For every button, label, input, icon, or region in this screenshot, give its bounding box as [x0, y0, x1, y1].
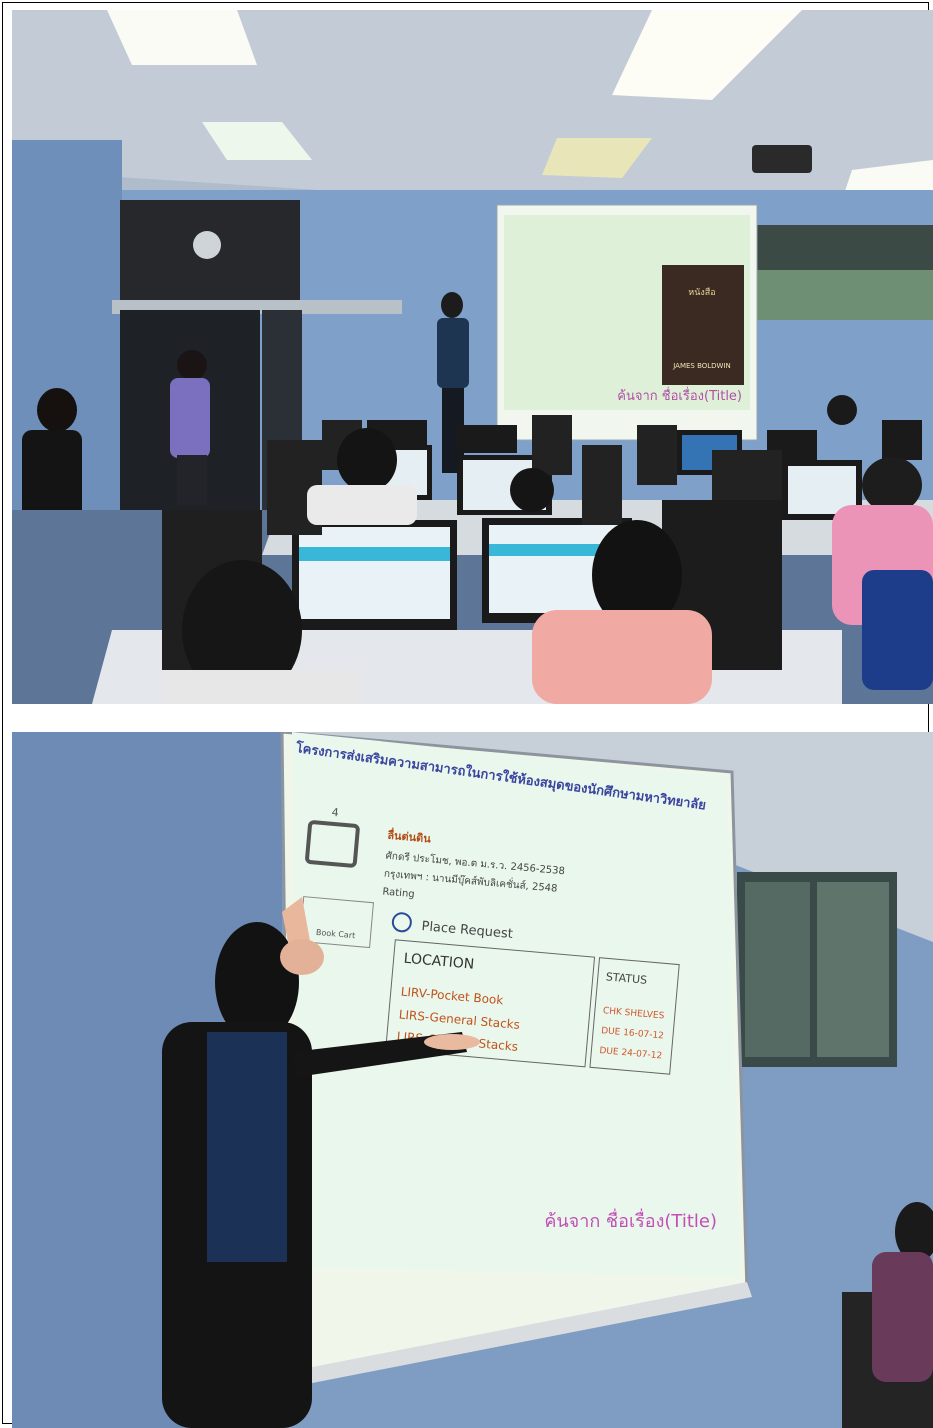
computer-lab-photo: หนังสือ JAMES BOLDWIN ค้นจาก ชื่อเรื่อง(… — [12, 10, 933, 704]
screen-caption-bottom: ค้นจาก ชื่อเรื่อง(Title) — [544, 1208, 717, 1232]
svg-text:หนังสือ: หนังสือ — [688, 287, 715, 298]
book-cover-text: JAMES BOLDWIN — [672, 362, 731, 370]
item-number: 4 — [331, 806, 339, 820]
screen-caption-top: ค้นจาก ชื่อเรื่อง(Title) — [617, 387, 742, 404]
presenter-screen-photo: โครงการส่งเสริมความสามารถในการใช้ห้องสมุ… — [12, 732, 933, 1428]
